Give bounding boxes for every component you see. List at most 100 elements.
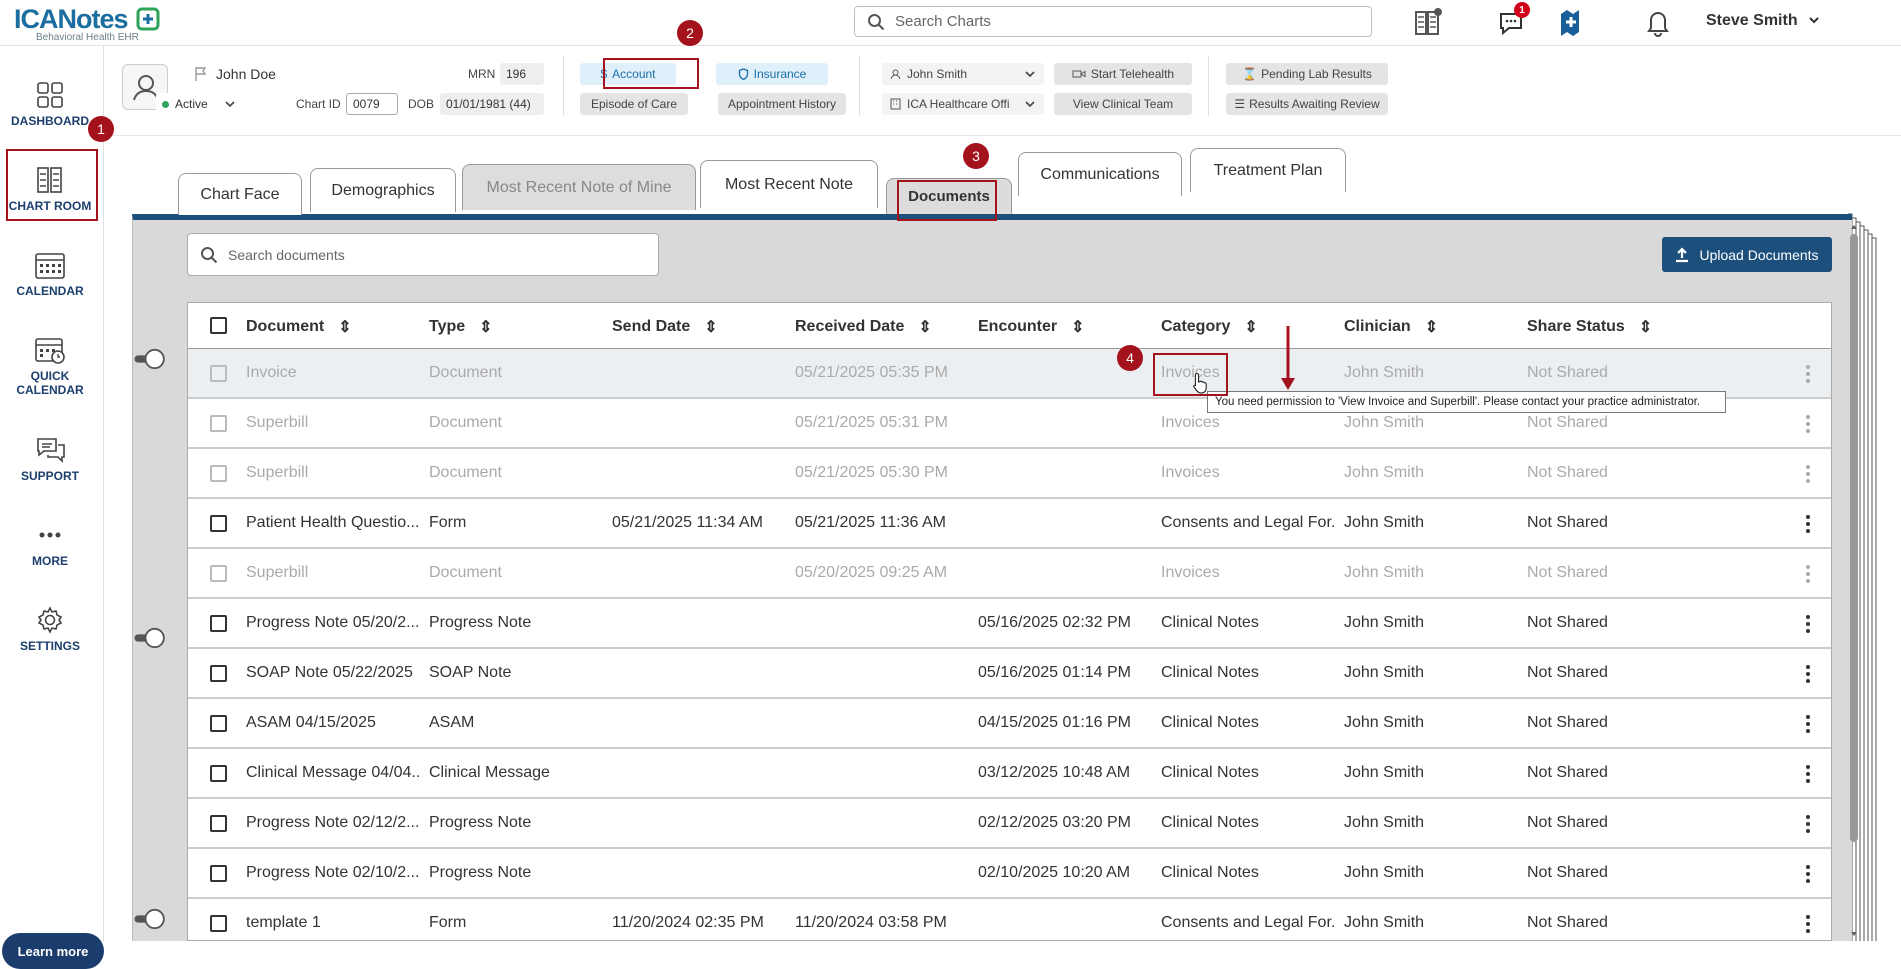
start-telehealth-button[interactable]: Start Telehealth [1054, 63, 1192, 85]
cell-document[interactable]: template 1 [246, 914, 421, 932]
column-header-encounter[interactable]: Encounter ⇕ [978, 317, 1085, 337]
kebab-menu-icon[interactable] [1806, 815, 1810, 833]
column-header-type[interactable]: Type ⇕ [429, 317, 493, 337]
support-icon [37, 438, 65, 463]
tab-most-recent-note[interactable]: Most Recent Note [700, 160, 878, 208]
kebab-menu-icon[interactable] [1806, 465, 1810, 483]
cell-document[interactable]: Progress Note 02/12/2... [246, 814, 421, 832]
column-header-document[interactable]: Document ⇕ [246, 317, 352, 337]
row-checkbox[interactable] [210, 715, 227, 732]
table-row[interactable]: Patient Health Questio... Form 05/21/2025 … [188, 499, 1831, 549]
cell-document[interactable]: SOAP Note 05/22/2025 [246, 664, 421, 682]
kebab-menu-icon[interactable] [1806, 415, 1810, 433]
column-header-clinician[interactable]: Clinician ⇕ [1344, 317, 1438, 337]
kebab-menu-icon[interactable] [1806, 715, 1810, 733]
select-all-checkbox[interactable] [210, 317, 227, 334]
kebab-menu-icon[interactable] [1806, 515, 1810, 533]
rx-icon[interactable] [1556, 6, 1588, 38]
sidebar-item-dashboard[interactable]: DASHBOARD [0, 66, 100, 146]
sort-icon: ⇕ [1071, 319, 1085, 336]
sort-icon: ⇕ [338, 319, 352, 336]
search-charts-input[interactable]: Search Charts [854, 6, 1372, 37]
table-row[interactable]: Superbill Document 05/20/2025 09:25 AM Invo… [188, 549, 1831, 599]
kebab-menu-icon[interactable] [1806, 665, 1810, 683]
list-icon: ☰ [1234, 97, 1246, 111]
cell-document[interactable]: Progress Note 05/20/2... [246, 614, 421, 632]
upload-documents-button[interactable]: Upload Documents [1662, 237, 1832, 272]
column-header-share-status[interactable]: Share Status ⇕ [1527, 317, 1652, 337]
row-checkbox[interactable] [210, 365, 227, 382]
clinician-select[interactable]: John Smith [882, 63, 1044, 85]
results-awaiting-review-button[interactable]: ☰ Results Awaiting Review [1226, 93, 1388, 115]
cell-document[interactable]: ASAM 04/15/2025 [246, 714, 421, 732]
tab-chart-face[interactable]: Chart Face [178, 173, 302, 215]
row-checkbox[interactable] [210, 665, 227, 682]
column-header-received-date[interactable]: Received Date ⇕ [795, 317, 932, 337]
sidebar-item-settings[interactable]: SETTINGS [0, 591, 100, 671]
table-row[interactable]: Clinical Message 04/04... Clinical Messag… [188, 749, 1831, 799]
column-header-send-date[interactable]: Send Date ⇕ [612, 317, 718, 337]
table-row[interactable]: Progress Note 02/10/2... Progress Note 02/… [188, 849, 1831, 899]
row-checkbox[interactable] [210, 615, 227, 632]
column-header-label: Share Status [1527, 318, 1625, 335]
cell-document[interactable]: Patient Health Questio... [246, 514, 421, 532]
kebab-menu-icon[interactable] [1806, 365, 1810, 383]
table-row[interactable]: Progress Note 02/12/2... Progress Note 02/… [188, 799, 1831, 849]
row-checkbox[interactable] [210, 915, 227, 932]
table-row[interactable]: ASAM 04/15/2025 ASAM 04/15/2025 01:16 PM Cl… [188, 699, 1831, 749]
sidebar-item-calendar[interactable]: CALENDAR [0, 236, 100, 316]
kebab-menu-icon[interactable] [1806, 615, 1810, 633]
episode-of-care-button[interactable]: Episode of Care [580, 93, 688, 115]
table-row[interactable]: SOAP Note 05/22/2025 SOAP Note 05/16/2025 … [188, 649, 1831, 699]
kebab-menu-icon[interactable] [1806, 565, 1810, 583]
view-clinical-team-button[interactable]: View Clinical Team [1054, 93, 1192, 115]
row-checkbox[interactable] [210, 415, 227, 432]
cell-document[interactable]: Invoice [246, 364, 421, 382]
sort-icon: ⇕ [918, 319, 932, 336]
row-checkbox[interactable] [210, 765, 227, 782]
cell-document[interactable]: Superbill [246, 564, 421, 582]
app-logo[interactable]: ICANotes Behavioral Health EHR [14, 4, 174, 44]
scrollbar-thumb[interactable] [1850, 234, 1858, 842]
divider [1208, 56, 1209, 116]
kebab-menu-icon[interactable] [1806, 915, 1810, 933]
row-checkbox[interactable] [210, 515, 227, 532]
sidebar-item-support[interactable]: SUPPORT [0, 421, 100, 501]
chart-room-add-icon[interactable] [1412, 6, 1444, 38]
row-checkbox[interactable] [210, 565, 227, 582]
table-row[interactable]: Progress Note 05/20/2... Progress Note 05/… [188, 599, 1831, 649]
kebab-menu-icon[interactable] [1806, 865, 1810, 883]
cell-document[interactable]: Superbill [246, 464, 421, 482]
scrollbar[interactable] [1849, 222, 1859, 941]
sidebar-item-quick-calendar[interactable]: QUICK CALENDAR [0, 321, 100, 401]
messages-icon[interactable]: 1 [1496, 2, 1530, 38]
cell-category: Clinical Notes [1161, 864, 1259, 881]
cell-document[interactable]: Superbill [246, 414, 421, 432]
row-checkbox[interactable] [210, 815, 227, 832]
cell-document[interactable]: Clinical Message 04/04... [246, 764, 421, 782]
tab-communications[interactable]: Communications [1018, 152, 1182, 196]
table-row[interactable]: template 1 Form 11/20/2024 02:35 PM 11/20/2… [188, 899, 1831, 940]
cell-clinician: John Smith [1344, 764, 1425, 781]
learn-more-button[interactable]: Learn more [2, 933, 104, 969]
tab-demographics[interactable]: Demographics [310, 168, 456, 212]
insurance-button[interactable]: Insurance [716, 63, 828, 85]
facility-select[interactable]: ICA Healthcare Offi [882, 93, 1044, 115]
row-checkbox[interactable] [210, 465, 227, 482]
kebab-menu-icon[interactable] [1806, 765, 1810, 783]
table-row[interactable]: Superbill Document 05/21/2025 05:30 PM Invo… [188, 449, 1831, 499]
user-menu[interactable]: Steve Smith [1706, 12, 1820, 30]
tab-treatment-plan[interactable]: Treatment Plan [1190, 148, 1346, 192]
appointment-history-button[interactable]: Appointment History [718, 93, 846, 115]
cell-document[interactable]: Progress Note 02/10/2... [246, 864, 421, 882]
status-select[interactable]: Active [156, 93, 244, 115]
column-header-category[interactable]: Category ⇕ [1161, 317, 1258, 337]
chevron-down-icon [225, 101, 235, 108]
chart-id-field[interactable]: 0079 [346, 93, 398, 115]
sidebar-item-more[interactable]: MORE [0, 506, 100, 586]
bell-icon[interactable] [1642, 6, 1674, 38]
flag-icon[interactable] [194, 66, 208, 82]
search-documents-input[interactable]: Search documents [187, 233, 659, 276]
row-checkbox[interactable] [210, 865, 227, 882]
pending-lab-results-button[interactable]: ⌛ Pending Lab Results [1226, 63, 1388, 85]
